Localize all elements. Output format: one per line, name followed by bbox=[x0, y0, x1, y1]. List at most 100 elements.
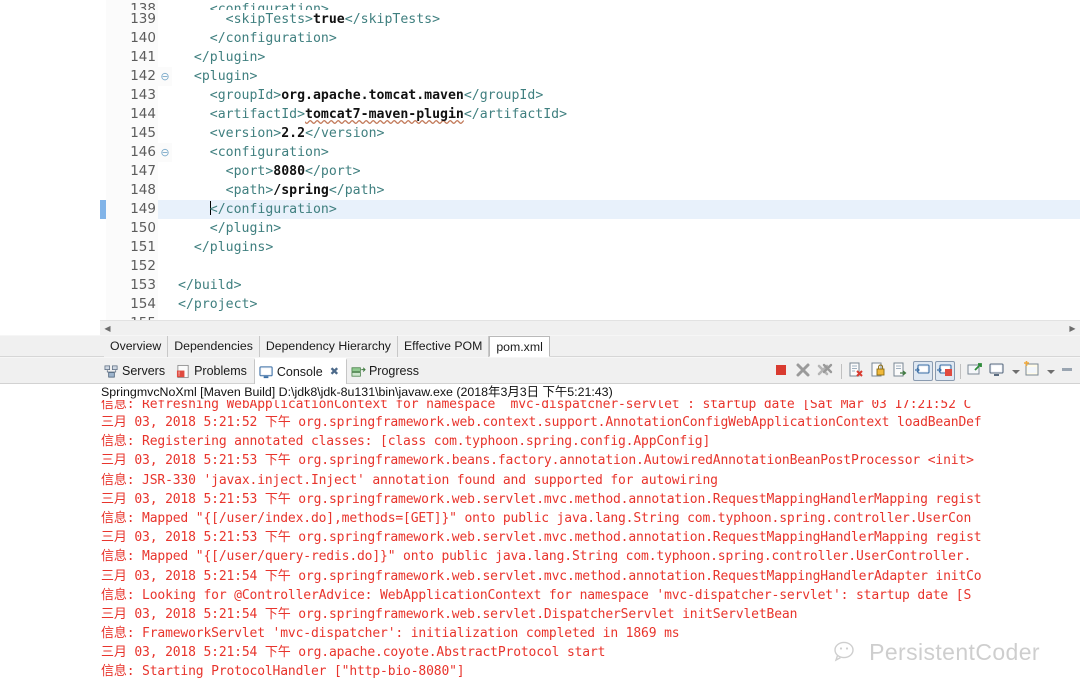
line-number: 145 bbox=[106, 124, 158, 143]
eclipse-ide-window: 138 <configuration> 139 <skipTests>true</… bbox=[0, 0, 1080, 694]
separator-1 bbox=[841, 363, 842, 379]
code-line[interactable]: 149 </configuration> bbox=[100, 200, 1080, 219]
remove-launch-button[interactable] bbox=[794, 361, 814, 381]
show-console-on-error-button[interactable] bbox=[935, 361, 955, 381]
console-line: 三月 03, 2018 5:21:53 下午 org.springframewo… bbox=[101, 491, 982, 507]
editor-code-area[interactable]: 138 <configuration> 139 <skipTests>true</… bbox=[100, 0, 1080, 323]
code-text[interactable]: </plugin> bbox=[172, 48, 1080, 67]
console-line: 信息: Registering annotated classes: [clas… bbox=[101, 434, 711, 450]
code-text[interactable]: </build> bbox=[172, 276, 1080, 295]
code-line[interactable]: 140 </configuration> bbox=[100, 29, 1080, 48]
editor-tab-dependency-hierarchy[interactable]: Dependency Hierarchy bbox=[259, 336, 398, 357]
open-console-dropdown[interactable] bbox=[1045, 361, 1056, 381]
code-text[interactable]: <path>/spring</path> bbox=[172, 181, 1080, 200]
code-text[interactable]: <skipTests>true</skipTests> bbox=[172, 10, 1080, 29]
line-number: 143 bbox=[106, 86, 158, 105]
editor-horizontal-scrollbar[interactable]: ◀ ▶ bbox=[100, 320, 1080, 335]
code-line[interactable]: 148 <path>/spring</path> bbox=[100, 181, 1080, 200]
code-line[interactable]: 154 </project> bbox=[100, 295, 1080, 314]
scroll-right-arrow-icon[interactable]: ▶ bbox=[1065, 324, 1080, 333]
console-output[interactable]: SpringmvcNoXml [Maven Build] D:\jdk8\jdk… bbox=[100, 384, 1080, 694]
scroll-left-arrow-icon[interactable]: ◀ bbox=[100, 324, 115, 333]
word-wrap-button[interactable] bbox=[891, 361, 911, 381]
bottom-view-stack: Servers! Problems Console ✖ Progress Springm… bbox=[0, 357, 1080, 694]
scrollbar-track[interactable] bbox=[115, 322, 1065, 334]
console-line: 三月 03, 2018 5:21:53 下午 org.springframewo… bbox=[101, 530, 982, 546]
code-line[interactable]: 150 </plugin> bbox=[100, 219, 1080, 238]
console-line: 三月 03, 2018 5:21:54 下午 org.springframewo… bbox=[101, 606, 798, 622]
console-icon bbox=[259, 365, 273, 379]
clear-console-button[interactable] bbox=[847, 361, 867, 381]
separator-2 bbox=[960, 363, 961, 379]
code-text[interactable]: <groupId>org.apache.tomcat.maven</groupI… bbox=[172, 86, 1080, 105]
scroll-lock-button[interactable] bbox=[869, 361, 889, 381]
remove-all-terminated-button[interactable] bbox=[816, 361, 836, 381]
console-line: 信息: Refreshing WebApplicationContext for… bbox=[101, 400, 972, 412]
console-line: 信息: Mapped "{[/user/query-redis.do]}" on… bbox=[101, 549, 972, 565]
show-console-on-output-button[interactable] bbox=[913, 361, 933, 381]
code-text[interactable]: </plugins> bbox=[172, 238, 1080, 257]
close-icon[interactable]: ✖ bbox=[330, 365, 339, 378]
line-number: 142 bbox=[106, 67, 158, 86]
display-selected-console-button[interactable] bbox=[988, 361, 1008, 381]
console-process-header: SpringmvcNoXml [Maven Build] D:\jdk8\jdk… bbox=[101, 385, 613, 399]
code-line[interactable]: 138 <configuration> bbox=[100, 0, 1080, 10]
fold-collapse-icon[interactable]: ⊖ bbox=[158, 143, 172, 162]
code-line[interactable]: 146 ⊖ <configuration> bbox=[100, 143, 1080, 162]
console-line: 三月 03, 2018 5:21:54 下午 org.springframewo… bbox=[101, 568, 982, 584]
pom-editor[interactable]: 138 <configuration> 139 <skipTests>true</… bbox=[0, 0, 1080, 323]
code-text[interactable]: </configuration> bbox=[172, 200, 1080, 219]
code-line[interactable]: 151 </plugins> bbox=[100, 238, 1080, 257]
terminate-button[interactable] bbox=[772, 361, 792, 381]
editor-tab-label: Dependencies bbox=[174, 339, 253, 353]
code-line[interactable]: 153 </build> bbox=[100, 276, 1080, 295]
view-tab-label: Console bbox=[276, 364, 323, 379]
line-number: 153 bbox=[106, 276, 158, 295]
console-line: 信息: Starting ProtocolHandler ["http-bio-… bbox=[101, 664, 465, 680]
console-toolbar[interactable] bbox=[772, 360, 1078, 382]
console-line: 信息: Mapped "{[/user/index.do],methods=[G… bbox=[101, 510, 972, 526]
editor-tab-effective-pom[interactable]: Effective POM bbox=[397, 336, 490, 357]
code-line[interactable]: 142 ⊖ <plugin> bbox=[100, 67, 1080, 86]
code-line[interactable]: 139 <skipTests>true</skipTests> bbox=[100, 10, 1080, 29]
code-text[interactable]: </project> bbox=[172, 295, 1080, 314]
line-number: 150 bbox=[106, 219, 158, 238]
display-selected-console-dropdown[interactable] bbox=[1010, 361, 1021, 381]
editor-tab-label: Dependency Hierarchy bbox=[265, 339, 391, 353]
fold-collapse-icon[interactable]: ⊖ bbox=[158, 67, 172, 86]
view-tab-problems[interactable]: ! Problems bbox=[172, 358, 254, 384]
problems-icon: ! bbox=[176, 364, 190, 378]
editor-tab-label: pom.xml bbox=[496, 340, 543, 354]
editor-tab-dependencies[interactable]: Dependencies bbox=[168, 336, 260, 357]
view-tab-servers[interactable]: Servers bbox=[100, 358, 172, 384]
code-text[interactable]: <plugin> bbox=[172, 67, 1080, 86]
pin-console-button[interactable] bbox=[966, 361, 986, 381]
line-number: 138 bbox=[106, 0, 158, 10]
view-tabs-lead-space bbox=[0, 358, 100, 384]
code-line[interactable]: 145 <version>2.2</version> bbox=[100, 124, 1080, 143]
editor-scroll-left-cap bbox=[0, 320, 100, 335]
code-text[interactable]: </configuration> bbox=[172, 29, 1080, 48]
view-tab-console[interactable]: Console ✖ bbox=[253, 357, 347, 384]
minimize-button[interactable] bbox=[1058, 361, 1078, 381]
code-text[interactable]: <configuration> bbox=[172, 0, 1080, 10]
code-text[interactable]: </plugin> bbox=[172, 219, 1080, 238]
editor-tab-overview[interactable]: Overview bbox=[104, 336, 169, 357]
code-text[interactable]: <artifactId>tomcat7-maven-plugin</artifa… bbox=[172, 105, 1080, 124]
code-line[interactable]: 141 </plugin> bbox=[100, 48, 1080, 67]
open-console-button[interactable] bbox=[1023, 361, 1043, 381]
code-line[interactable]: 152 bbox=[100, 257, 1080, 276]
code-text[interactable]: <port>8080</port> bbox=[172, 162, 1080, 181]
line-number: 152 bbox=[106, 257, 158, 276]
code-text[interactable]: <version>2.2</version> bbox=[172, 124, 1080, 143]
line-number: 144 bbox=[106, 105, 158, 124]
code-line[interactable]: 144 <artifactId>tomcat7-maven-plugin</ar… bbox=[100, 105, 1080, 124]
code-line[interactable]: 143 <groupId>org.apache.tomcat.maven</gr… bbox=[100, 86, 1080, 105]
editor-page-tabs[interactable]: Overview Dependencies Dependency Hierarchy… bbox=[0, 336, 1080, 357]
svg-text:!: ! bbox=[178, 371, 180, 378]
code-text[interactable]: <configuration> bbox=[172, 143, 1080, 162]
editor-tab-pom-xml[interactable]: pom.xml bbox=[489, 336, 550, 357]
code-line[interactable]: 147 <port>8080</port> bbox=[100, 162, 1080, 181]
line-number: 154 bbox=[106, 295, 158, 314]
view-tab-progress[interactable]: Progress bbox=[347, 358, 426, 384]
